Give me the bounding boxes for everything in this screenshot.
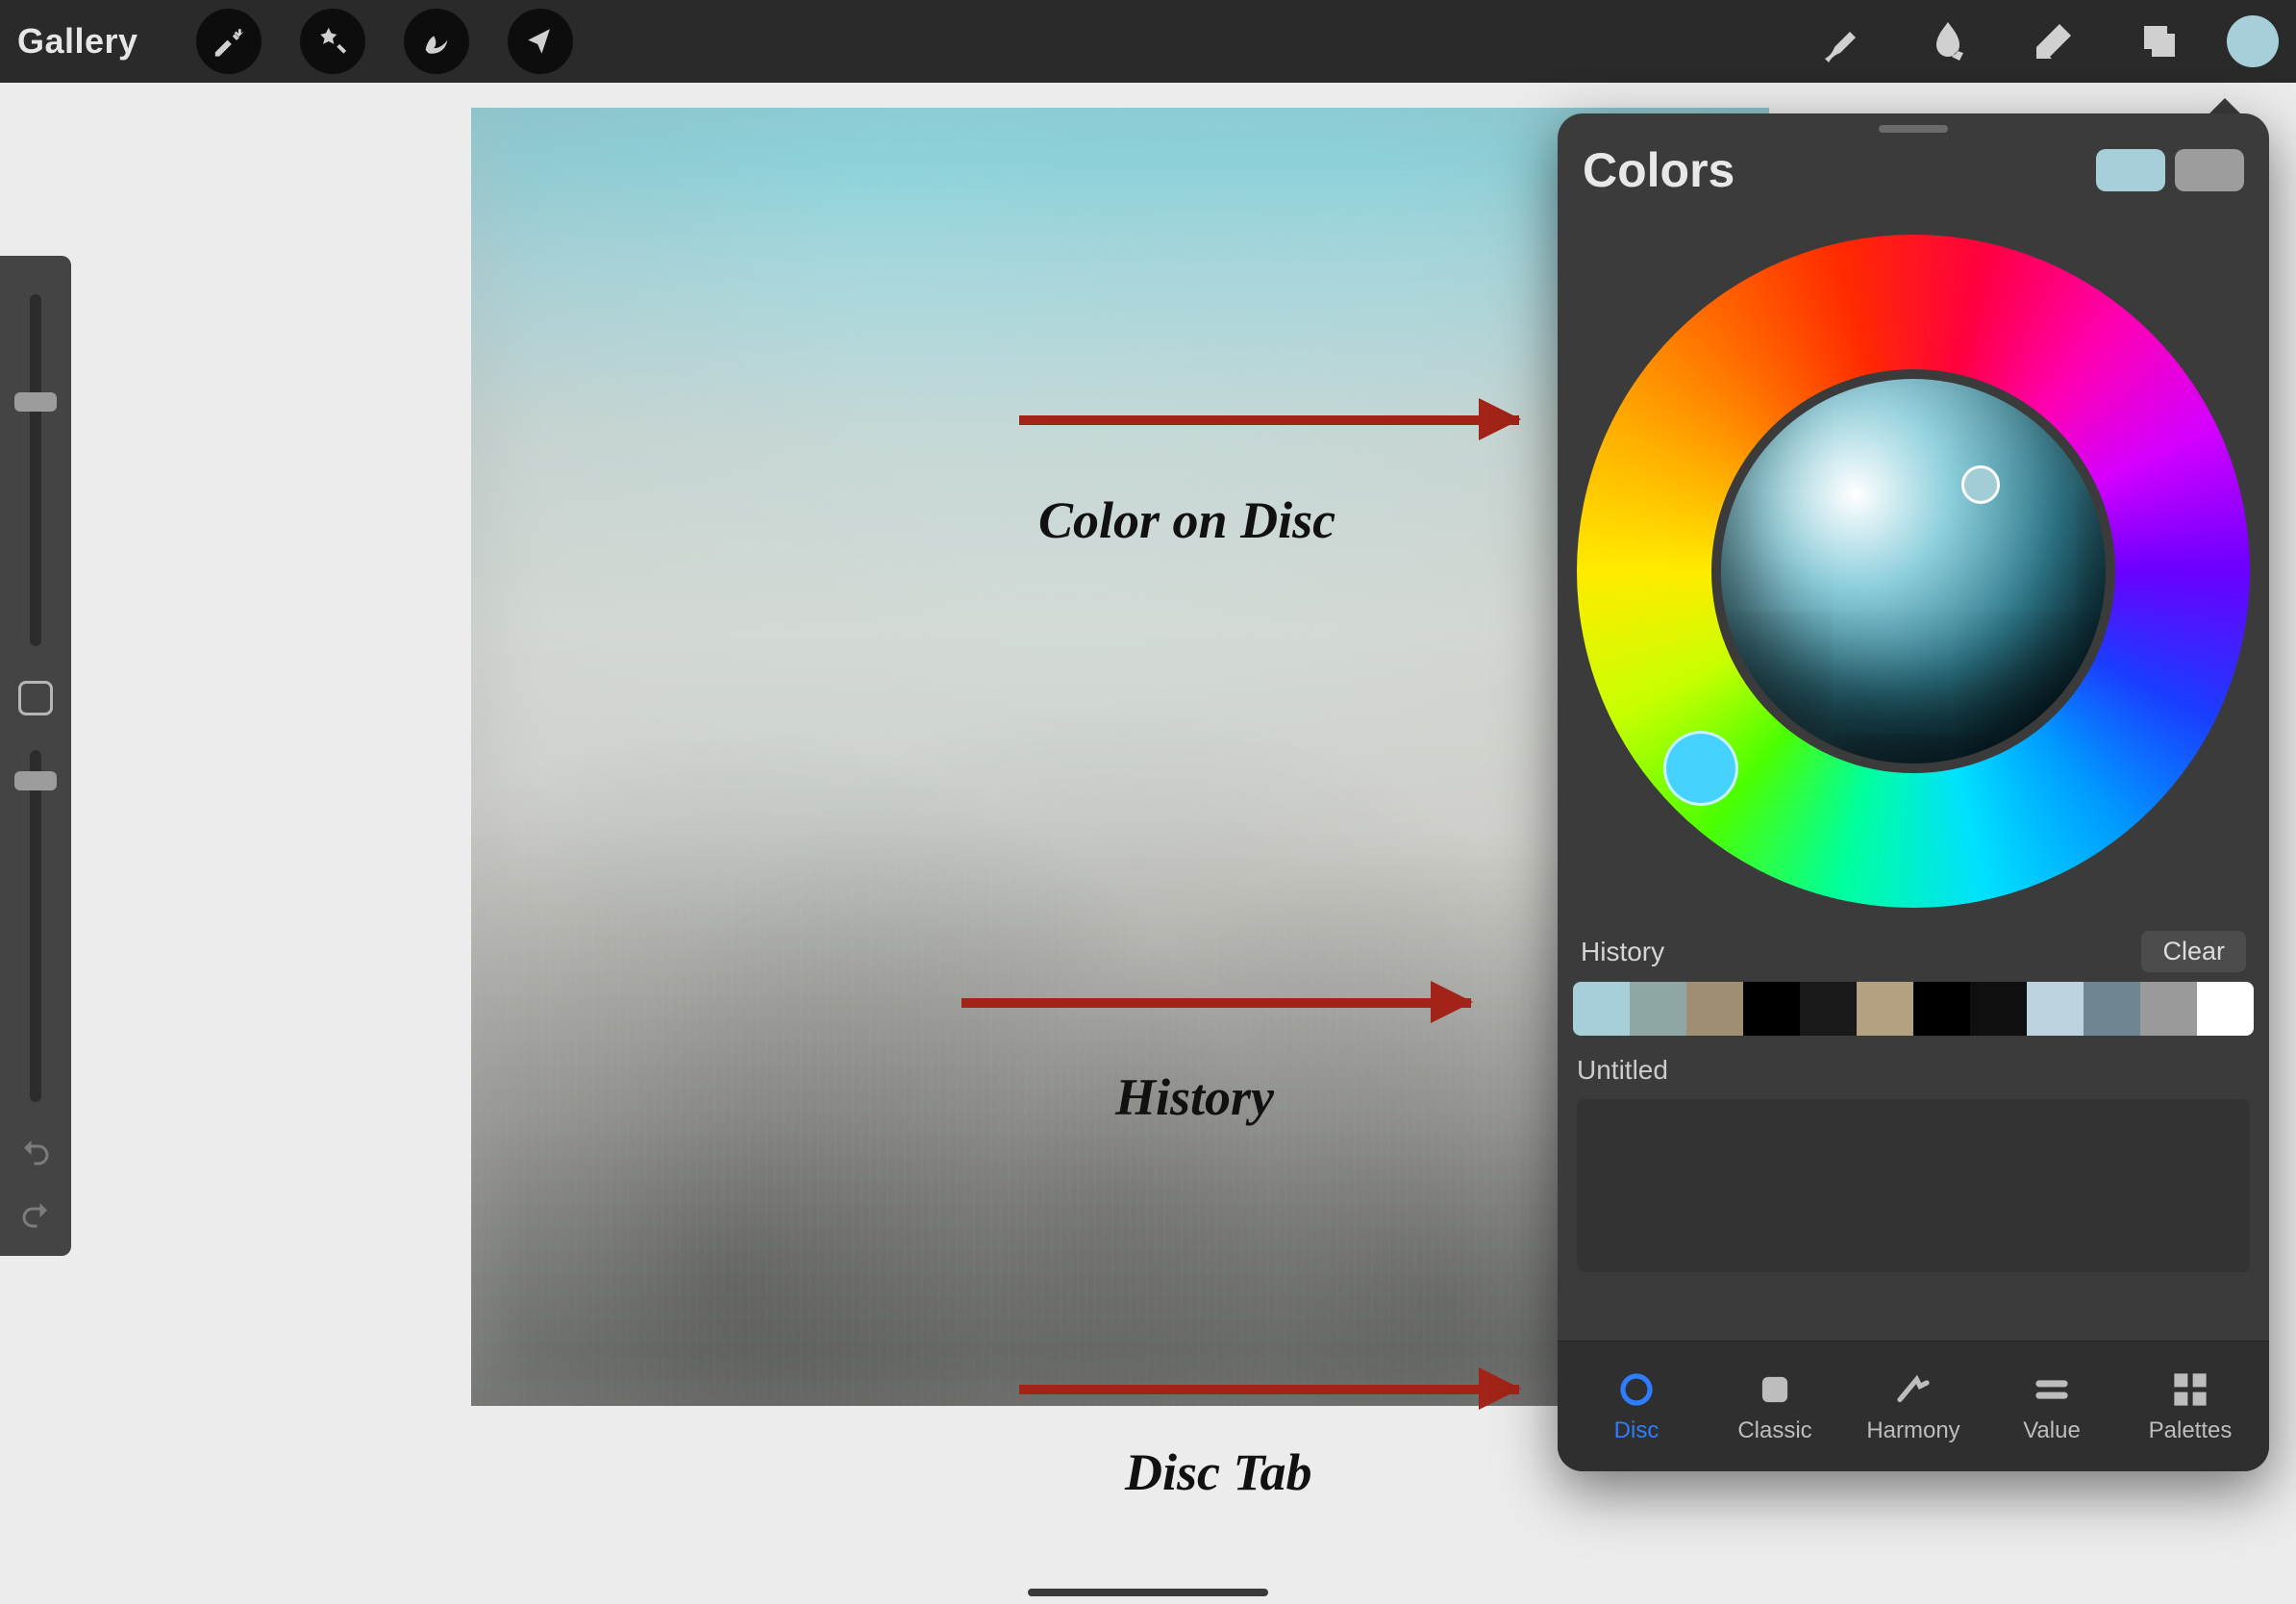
secondary-color-swatch[interactable]	[2175, 149, 2244, 191]
classic-icon	[1755, 1369, 1795, 1410]
brush-icon[interactable]	[1804, 0, 1881, 83]
adjustments-icon[interactable]	[300, 9, 365, 74]
annotation-label-history: History	[1115, 1067, 1274, 1127]
gallery-button[interactable]: Gallery	[17, 21, 138, 62]
saturation-cursor[interactable]	[1961, 465, 2000, 504]
annotation-arrow	[1019, 1385, 1519, 1394]
eraser-icon[interactable]	[2015, 0, 2092, 83]
annotation-arrow	[961, 998, 1471, 1008]
brush-opacity-slider[interactable]	[30, 750, 41, 1102]
disc-icon	[1616, 1369, 1657, 1410]
color-panel-tabs: Disc Classic Harmony Value Palettes	[1558, 1341, 2269, 1471]
panel-drag-handle[interactable]	[1879, 125, 1948, 133]
color-wheel[interactable]	[1577, 235, 2250, 908]
active-color-button[interactable]	[2227, 15, 2279, 67]
panel-title: Colors	[1583, 142, 1734, 198]
colors-panel: Colors History Clear	[1558, 113, 2269, 1471]
left-sidebar	[0, 256, 71, 1256]
modify-button[interactable]	[18, 681, 53, 715]
clear-history-button[interactable]: Clear	[2141, 931, 2246, 972]
history-label: History	[1581, 937, 1664, 967]
palette-name: Untitled	[1577, 1055, 1668, 1085]
harmony-icon	[1893, 1369, 1934, 1410]
primary-color-swatch[interactable]	[2096, 149, 2165, 191]
color-history-section: History Clear	[1558, 917, 2269, 1036]
tab-palettes[interactable]: Palettes	[2133, 1369, 2248, 1444]
annotation-label-color-on-disc: Color on Disc	[1038, 490, 1335, 550]
tab-disc[interactable]: Disc	[1579, 1369, 1694, 1444]
actions-icon[interactable]	[196, 9, 262, 74]
hue-cursor[interactable]	[1663, 731, 1738, 806]
home-indicator[interactable]	[1028, 1589, 1268, 1596]
smudge-icon[interactable]	[1909, 0, 1986, 83]
redo-icon[interactable]	[18, 1197, 53, 1237]
selection-icon[interactable]	[404, 9, 469, 74]
palettes-icon	[2170, 1369, 2210, 1410]
transform-icon[interactable]	[508, 9, 573, 74]
tab-harmony[interactable]: Harmony	[1856, 1369, 1971, 1444]
layers-icon[interactable]	[2121, 0, 2198, 83]
palette-grid[interactable]	[1577, 1099, 2250, 1272]
top-toolbar: Gallery	[0, 0, 2296, 83]
tab-classic[interactable]: Classic	[1717, 1369, 1833, 1444]
undo-icon[interactable]	[18, 1135, 53, 1174]
annotation-arrow	[1019, 415, 1519, 425]
history-swatches[interactable]	[1573, 982, 2254, 1036]
value-icon	[2032, 1369, 2072, 1410]
annotation-label-disc-tab: Disc Tab	[1125, 1442, 1312, 1502]
tab-value[interactable]: Value	[1994, 1369, 2109, 1444]
brush-size-slider[interactable]	[30, 294, 41, 646]
